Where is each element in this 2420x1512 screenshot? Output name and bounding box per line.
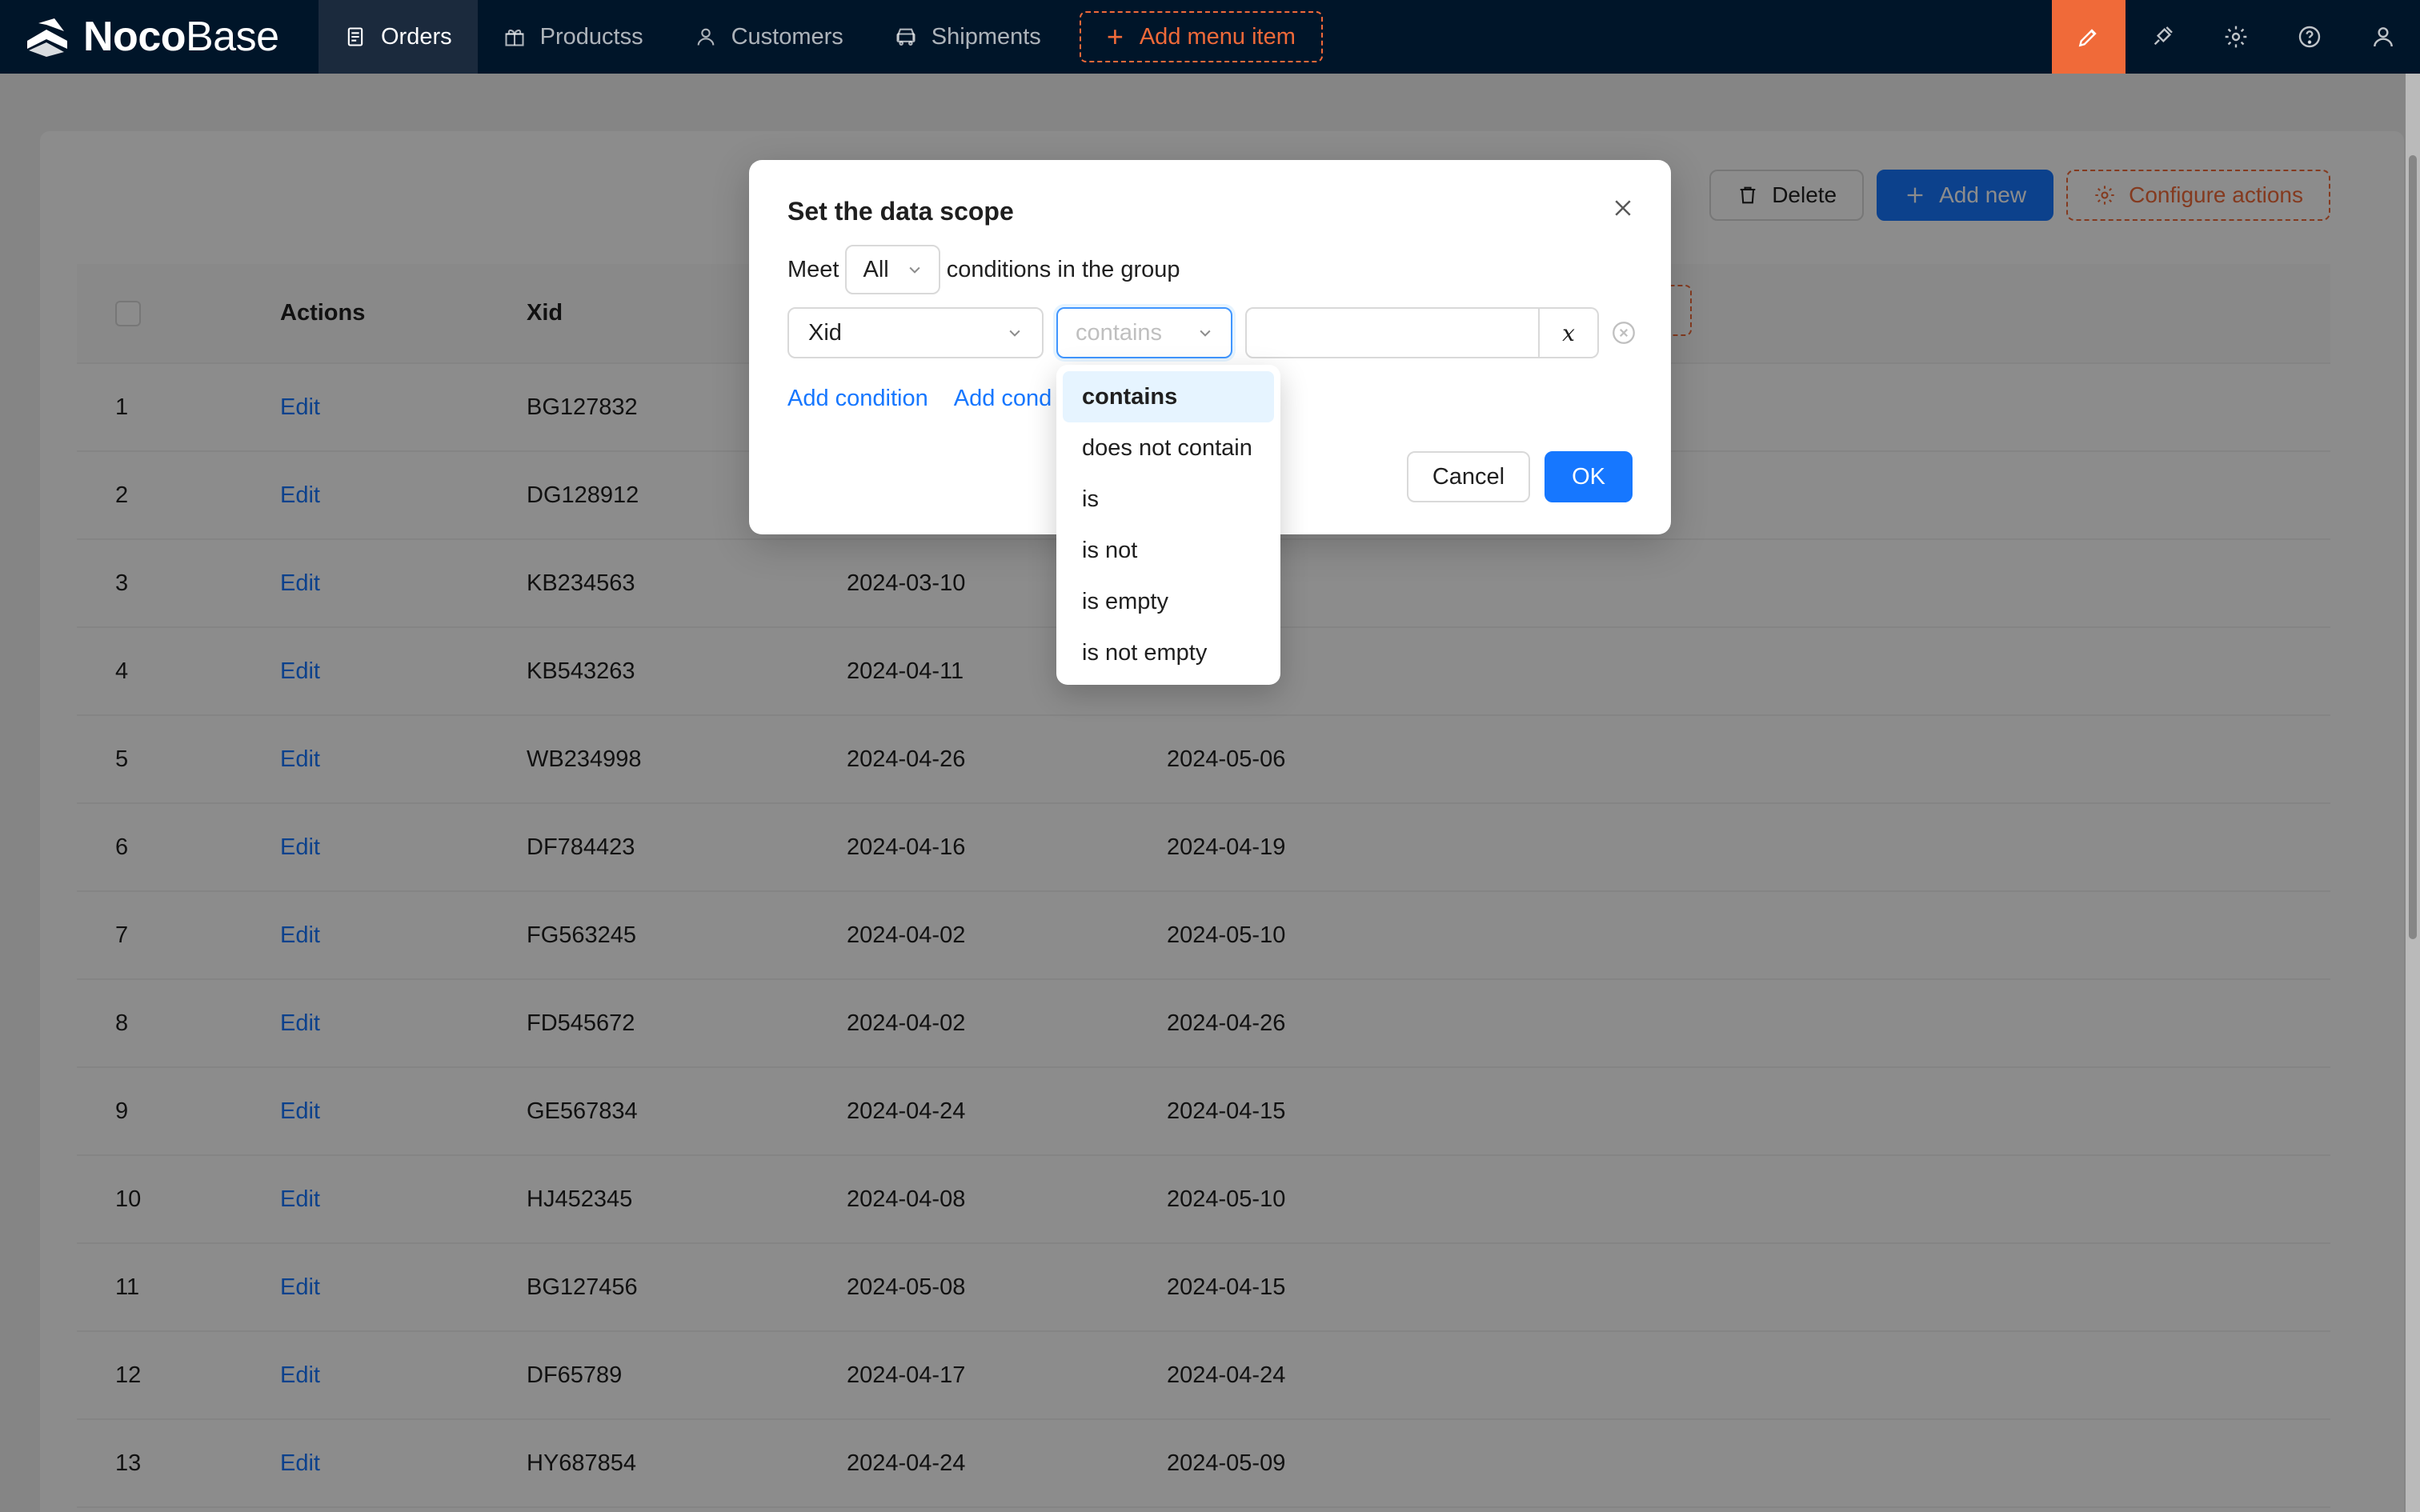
chevron-down-icon [1009,330,1020,337]
help-icon [2298,26,2321,48]
field-select[interactable]: Xid [787,307,1044,358]
logo[interactable]: NocoBase [0,0,319,74]
scrollbar-thumb[interactable] [2409,155,2417,939]
car-icon [896,28,916,46]
chevron-down-icon [1200,330,1211,337]
operator-option-is-empty[interactable]: is empty [1063,576,1274,627]
operator-dropdown: contains does not contain is is not is e… [1056,365,1280,685]
ok-button[interactable]: OK [1545,451,1633,502]
modal-title: Set the data scope [787,197,1014,226]
modal-footer: Cancel OK [1406,451,1633,502]
gift-icon [505,29,524,46]
file-icon [347,27,363,46]
operator-select[interactable]: contains [1056,307,1232,358]
chevron-down-icon [909,266,920,274]
field-select-value: Xid [808,319,842,346]
nav-item-customers[interactable]: Customers [669,0,869,74]
nav-item-label: Customers [731,23,843,50]
nocobase-logo-icon [27,18,67,57]
plugin-button[interactable] [2126,0,2199,74]
operator-option-is-not-empty[interactable]: is not empty [1063,627,1274,678]
value-input[interactable] [1245,307,1540,358]
add-menu-item-label: Add menu item [1139,23,1296,50]
operator-option-is[interactable]: is [1063,474,1274,525]
user-menu-button[interactable] [2346,0,2420,74]
nav-item-shipments[interactable]: Shipments [869,0,1067,74]
plus-icon: + [1106,20,1124,53]
nav-item-label: Productss [539,23,643,50]
nav-item-products[interactable]: Productss [478,0,669,74]
operator-option-is-not[interactable]: is not [1063,525,1274,576]
condition-group-header: Meet All conditions in the group [787,245,1180,294]
plugin-icon [2154,26,2173,46]
nav-item-orders[interactable]: Orders [319,0,478,74]
nav-item-label: Orders [381,23,452,50]
ui-editor-icon [2078,29,2097,47]
variable-button[interactable]: x [1540,307,1599,358]
close-icon [1615,200,1631,216]
operator-option-contains[interactable]: contains [1063,371,1274,422]
logo-text: NocoBase [83,14,279,60]
remove-condition-icon[interactable] [1610,319,1637,346]
nav-item-label: Shipments [931,23,1041,50]
operator-select-placeholder: contains [1076,319,1163,346]
meet-prefix: Meet [787,256,839,282]
top-navigation: NocoBase Orders Productss Customers Ship… [0,0,2420,74]
help-button[interactable] [2273,0,2346,74]
user-icon [2374,27,2393,47]
ui-editor-button[interactable] [2052,0,2126,74]
scrollbar[interactable] [2406,74,2420,1512]
cancel-button[interactable]: Cancel [1406,451,1531,502]
top-right-actions [2052,0,2420,74]
add-condition-link[interactable]: Add condition [787,386,928,412]
modal-close-button[interactable] [1607,192,1639,224]
settings-button[interactable] [2199,0,2273,74]
add-menu-item-button[interactable]: + Add menu item [1079,11,1323,62]
user-icon [697,28,714,46]
page: NocoBase Orders Productss Customers Ship… [0,0,2420,1512]
settings-icon [2225,26,2247,48]
logic-select[interactable]: All [845,245,940,294]
add-condition-links: Add condition Add cond [787,386,1052,412]
condition-row: Xid contains x [787,307,1637,358]
add-condition-group-link[interactable]: Add cond [954,386,1052,412]
meet-suffix: conditions in the group [946,256,1180,282]
logic-select-value: All [863,256,889,282]
operator-option-does-not-contain[interactable]: does not contain [1063,422,1274,474]
